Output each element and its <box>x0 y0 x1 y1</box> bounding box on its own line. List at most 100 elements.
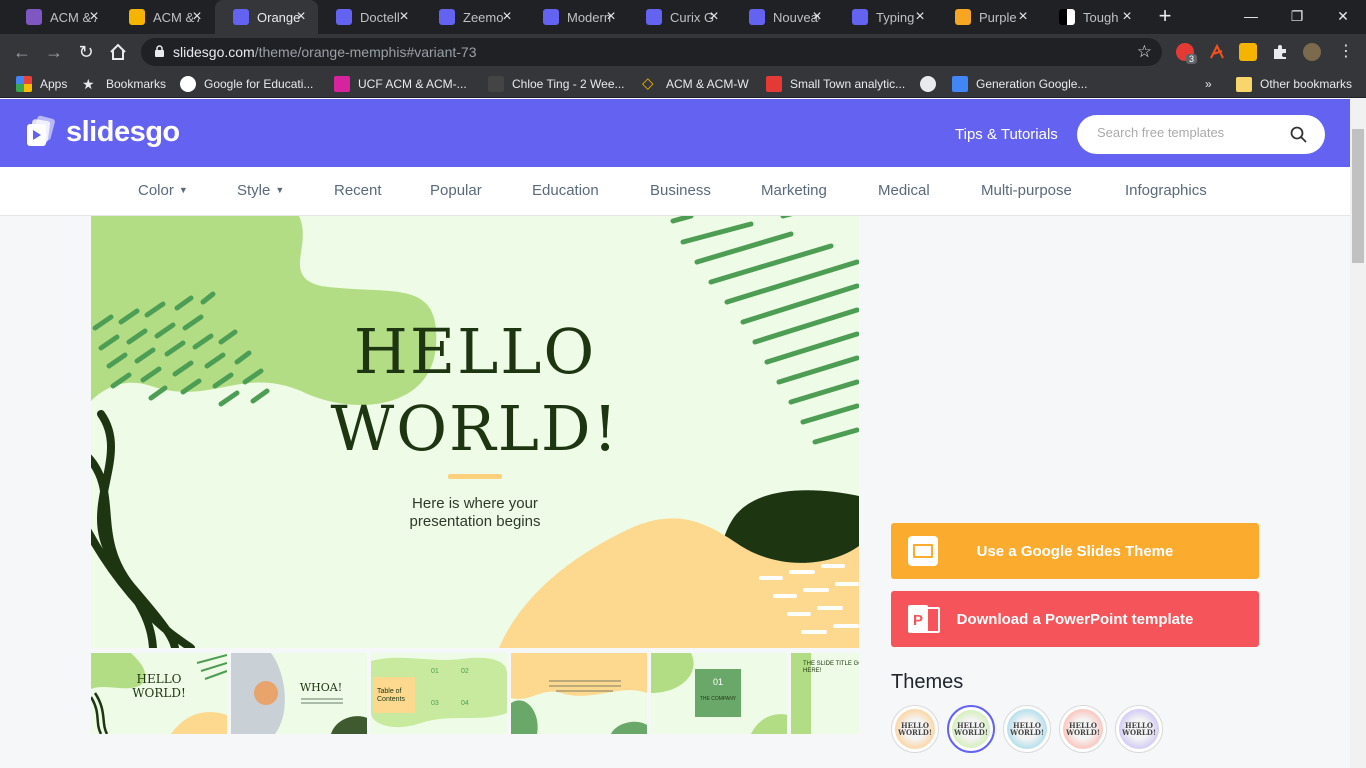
browser-tab[interactable]: Typing × <box>834 0 937 34</box>
thumbnail-4[interactable] <box>511 653 647 734</box>
nav-label: Color <box>138 182 174 199</box>
thumbnail-5-text: THE COMPANY <box>700 696 737 702</box>
caret-down-icon: ▼ <box>275 185 285 195</box>
profile-avatar[interactable] <box>1303 43 1321 61</box>
theme-swatch[interactable]: HELLO WORLD! <box>891 705 939 753</box>
browser-tab[interactable]: Zeemo × <box>421 0 524 34</box>
thumbnail-5[interactable]: 01 THE COMPANY <box>651 653 787 734</box>
restore-button[interactable]: ❐ <box>1274 0 1320 34</box>
bookmark-label: UCF ACM & ACM-... <box>358 77 467 91</box>
thumbnail-6[interactable]: THE SLIDE TITLE GOES HERE! <box>791 653 859 734</box>
browser-tab[interactable]: ACM & ACM-W× <box>8 0 111 34</box>
bookmark-item[interactable]: Chloe Ting - 2 Wee... <box>488 76 625 92</box>
browser-tab-strip: ACM & ACM-W×ACM & ACM-W×Orange Memphis×D… <box>0 0 1366 34</box>
globe-icon <box>920 76 936 92</box>
forward-button[interactable]: → <box>42 40 66 64</box>
scrollbar-thumb[interactable] <box>1352 129 1364 263</box>
tab-close-icon[interactable]: × <box>912 9 928 25</box>
extensions-puzzle-icon[interactable] <box>1271 43 1289 61</box>
tab-close-icon[interactable]: × <box>1119 9 1135 25</box>
search-icon[interactable] <box>1290 126 1307 143</box>
page-scrollbar[interactable] <box>1350 99 1366 768</box>
tab-close-icon[interactable]: × <box>189 9 205 25</box>
thumbnail-3-text-l1: Table of <box>377 688 402 695</box>
tab-close-icon[interactable]: × <box>603 9 619 25</box>
bookmark-item[interactable]: ◇ ACM & ACM-W <box>642 76 749 92</box>
bookmark-item[interactable]: ★ Bookmarks <box>82 76 166 92</box>
theme-swatch[interactable]: HELLO WORLD! <box>947 705 995 753</box>
tab-close-icon[interactable]: × <box>293 9 309 25</box>
bookmarks-overflow-button[interactable]: » <box>1205 76 1212 92</box>
thumbnail-3-text-l2: Contents <box>377 696 406 703</box>
tips-tutorials-link[interactable]: Tips & Tutorials <box>955 126 1058 143</box>
tab-close-icon[interactable]: × <box>706 9 722 25</box>
reload-button[interactable]: ↻ <box>74 40 98 64</box>
new-tab-button[interactable]: + <box>1154 5 1176 27</box>
home-button[interactable] <box>106 40 130 64</box>
nav-marketing[interactable]: Marketing <box>761 182 827 199</box>
thumbnail-3-art: Table of Contents 01 02 03 04 <box>371 657 507 728</box>
thumbnail-5-number: 01 <box>713 677 723 687</box>
bookmark-item[interactable]: Apps <box>16 76 67 92</box>
bookmark-item[interactable]: Google for Educati... <box>180 76 313 92</box>
minimize-button[interactable]: — <box>1228 0 1274 34</box>
use-google-slides-button[interactable]: Use a Google Slides Theme <box>891 523 1259 579</box>
browser-tab[interactable]: Curix G × <box>628 0 731 34</box>
nav-label: Recent <box>334 182 382 199</box>
nav-style[interactable]: Style ▼ <box>237 182 284 199</box>
tab-close-icon[interactable]: × <box>86 9 102 25</box>
download-powerpoint-button[interactable]: P Download a PowerPoint template <box>891 591 1259 647</box>
thumbnail-3[interactable]: Table of Contents 01 02 03 04 <box>371 653 507 734</box>
tab-close-icon[interactable]: × <box>1015 9 1031 25</box>
thumbnail-6-text-l1: THE SLIDE TITLE GOES <box>803 661 859 667</box>
nav-medical[interactable]: Medical <box>878 182 930 199</box>
extension-acrobat-icon[interactable] <box>1208 43 1226 61</box>
search-box <box>1077 115 1325 154</box>
google-docs-icon <box>952 76 968 92</box>
tab-close-icon[interactable]: × <box>809 9 825 25</box>
browser-menu-icon[interactable]: ⋮ <box>1334 40 1358 64</box>
close-window-button[interactable]: ✕ <box>1320 0 1366 34</box>
nav-infographics[interactable]: Infographics <box>1125 182 1207 199</box>
bookmark-star-icon[interactable]: ☆ <box>1137 42 1152 62</box>
tab-close-icon[interactable]: × <box>396 9 412 25</box>
browser-tab[interactable]: Doctell × <box>318 0 421 34</box>
browser-tab[interactable]: Tough × <box>1041 0 1144 34</box>
back-button[interactable]: ← <box>10 40 34 64</box>
google-slides-icon <box>908 536 938 566</box>
star-icon: ★ <box>82 76 95 92</box>
slidesgo-icon <box>543 9 559 25</box>
google-slides-icon <box>129 9 145 25</box>
tab-close-icon[interactable]: × <box>499 9 515 25</box>
browser-tab[interactable]: Purple × <box>937 0 1040 34</box>
bookmark-item[interactable] <box>920 76 944 92</box>
theme-swatch[interactable]: HELLO WORLD! <box>1059 705 1107 753</box>
browser-tab[interactable]: Modern × <box>525 0 628 34</box>
theme-swatch[interactable]: HELLO WORLD! <box>1003 705 1051 753</box>
nav-popular[interactable]: Popular <box>430 182 482 199</box>
thumbnail-1[interactable]: HELLO WORLD! <box>91 653 227 734</box>
orange-square-icon <box>955 9 971 25</box>
theme-swatch[interactable]: HELLO WORLD! <box>1115 705 1163 753</box>
nav-business[interactable]: Business <box>650 182 711 199</box>
nav-education[interactable]: Education <box>532 182 599 199</box>
search-input[interactable] <box>1097 125 1277 140</box>
nav-color[interactable]: Color ▼ <box>138 182 188 199</box>
browser-tab[interactable]: ACM & ACM-W× <box>111 0 214 34</box>
slide-preview[interactable]: HELLO WORLD! Here is where your presenta… <box>91 216 859 648</box>
nav-recent[interactable]: Recent <box>334 182 382 199</box>
browser-tab[interactable]: Orange Memphis× <box>215 0 318 34</box>
bookmark-item[interactable]: Small Town analytic... <box>766 76 905 92</box>
bookmark-item[interactable]: Generation Google... <box>952 76 1087 92</box>
other-bookmarks-folder[interactable]: Other bookmarks <box>1236 76 1352 92</box>
extension-notes-icon[interactable] <box>1239 43 1257 61</box>
browser-tab[interactable]: Nouveau× <box>731 0 834 34</box>
logo-text: slidesgo <box>66 115 180 148</box>
bookmark-item[interactable]: UCF ACM & ACM-... <box>334 76 467 92</box>
theme-swatch-preview: HELLO WORLD! <box>1119 709 1159 749</box>
thumbnail-2[interactable]: WHOA! <box>231 653 367 734</box>
slidesgo-logo[interactable]: slidesgo <box>24 115 180 149</box>
address-bar[interactable]: slidesgo.com/theme/orange-memphis#varian… <box>141 38 1162 66</box>
nav-multi-purpose[interactable]: Multi-purpose <box>981 182 1072 199</box>
slidesgo-icon <box>749 9 765 25</box>
